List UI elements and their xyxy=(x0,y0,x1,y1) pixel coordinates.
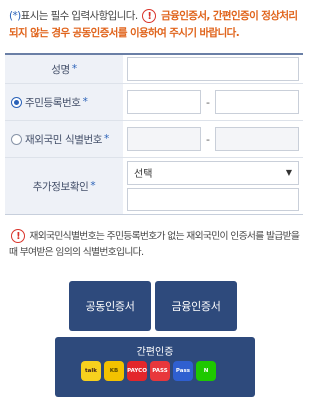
samsung-pass-icon: Pass xyxy=(173,361,193,381)
select-value: 선택 xyxy=(134,169,153,181)
info-text: 재외국민식별번호는 주민등록번호가 없는 재외국민이 인증서를 발급받을 때 부… xyxy=(9,231,300,258)
required-text: 표시는 필수 입력사항입니다. xyxy=(20,10,139,22)
simple-auth-label: 간편인증 xyxy=(136,347,174,358)
rrn-row: 주민등록번호 * - xyxy=(5,84,303,121)
foreign-label: 재외국민 식별번호 * xyxy=(5,121,123,157)
info-notice: ! 재외국민식별번호는 주민등록번호가 없는 재외국민이 인증서를 발급받을 때… xyxy=(9,229,301,261)
rrn-label: 주민등록번호 * xyxy=(5,84,123,120)
exclamation-icon: ! xyxy=(142,9,157,23)
name-label: 성명 * xyxy=(5,55,123,83)
required-mark: (*) xyxy=(9,10,21,22)
warning-line1: 금융인증서, 간편인증이 정상처리 xyxy=(161,10,298,22)
rrn-front-input[interactable] xyxy=(127,90,201,114)
form-notice: (*)표시는 필수 입력사항입니다. ! 금융인증서, 간편인증이 정상처리 되… xyxy=(9,8,301,42)
joint-cert-button[interactable]: 공동인증서 xyxy=(69,281,151,331)
extra-info-input[interactable] xyxy=(127,187,299,211)
identity-form: 성명 * 주민등록번호 * - 재외국민 식별번호 * - 추가정보확인 * 선… xyxy=(5,53,303,215)
chevron-down-icon: ▼ xyxy=(285,168,292,178)
pass-icon: PASS xyxy=(150,361,170,381)
simple-auth-button[interactable]: 간편인증 talk KB PAYCO PASS Pass N xyxy=(55,337,255,397)
financial-cert-button[interactable]: 금융인증서 xyxy=(155,281,237,331)
foreign-back-input[interactable] xyxy=(215,127,299,151)
warning-line2: 되지 않는 경우 공동인증서를 이용하여 주시기 바랍니다. xyxy=(9,27,240,39)
foreign-radio[interactable] xyxy=(11,133,22,145)
exclamation-icon: ! xyxy=(11,229,25,243)
name-row: 성명 * xyxy=(5,55,303,84)
kakao-icon: talk xyxy=(81,361,101,381)
foreign-row: 재외국민 식별번호 * - xyxy=(5,121,303,158)
extra-info-select[interactable]: 선택 ▼ xyxy=(127,161,299,185)
rrn-back-input[interactable] xyxy=(215,90,299,114)
simple-auth-icons: talk KB PAYCO PASS Pass N xyxy=(81,361,219,381)
kb-icon: KB xyxy=(104,361,124,381)
rrn-radio[interactable] xyxy=(11,96,22,108)
rrn-dash: - xyxy=(206,95,210,109)
foreign-dash: - xyxy=(206,132,210,146)
name-input[interactable] xyxy=(127,57,299,81)
required-notice: (*)표시는 필수 입력사항입니다. ! 금융인증서, 간편인증이 정상처리 xyxy=(9,8,301,25)
extra-row: 추가정보확인 * 선택 ▼ xyxy=(5,158,303,214)
extra-label: 추가정보확인 * xyxy=(5,158,123,214)
naver-icon: N xyxy=(196,361,216,381)
foreign-front-input[interactable] xyxy=(127,127,201,151)
payco-icon: PAYCO xyxy=(127,361,147,381)
